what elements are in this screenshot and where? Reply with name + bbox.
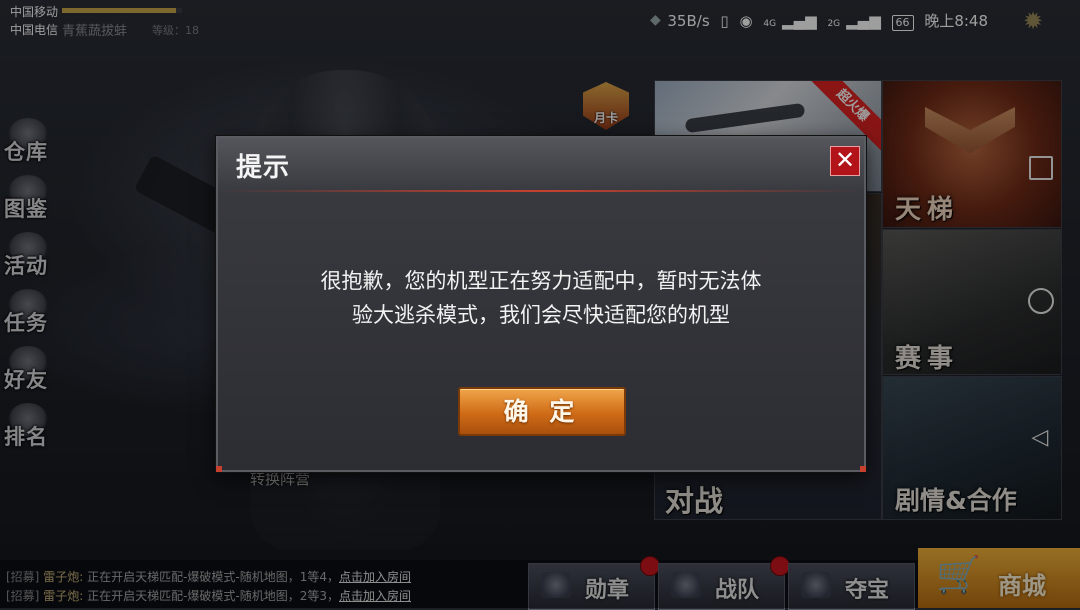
dialog-message: 很抱歉，您的机型正在努力适配中，暂时无法体 验大逃杀模式，我们会尽快适配您的机型 <box>258 264 824 332</box>
dialog-message-line: 很抱歉，您的机型正在努力适配中，暂时无法体 <box>320 269 762 293</box>
confirm-button[interactable]: 确 定 <box>458 387 626 436</box>
dialog-message-line: 验大逃杀模式，我们会尽快适配您的机型 <box>352 303 730 327</box>
dialog-corner <box>860 466 866 472</box>
dialog-title: 提示 <box>236 153 291 183</box>
dialog-corner <box>216 466 222 472</box>
close-icon: ✕ <box>834 146 856 174</box>
close-button[interactable]: ✕ <box>830 146 860 176</box>
dialog-header: 提示 ✕ <box>218 138 864 192</box>
notice-dialog: 提示 ✕ 很抱歉，您的机型正在努力适配中，暂时无法体 验大逃杀模式，我们会尽快适… <box>216 136 866 472</box>
